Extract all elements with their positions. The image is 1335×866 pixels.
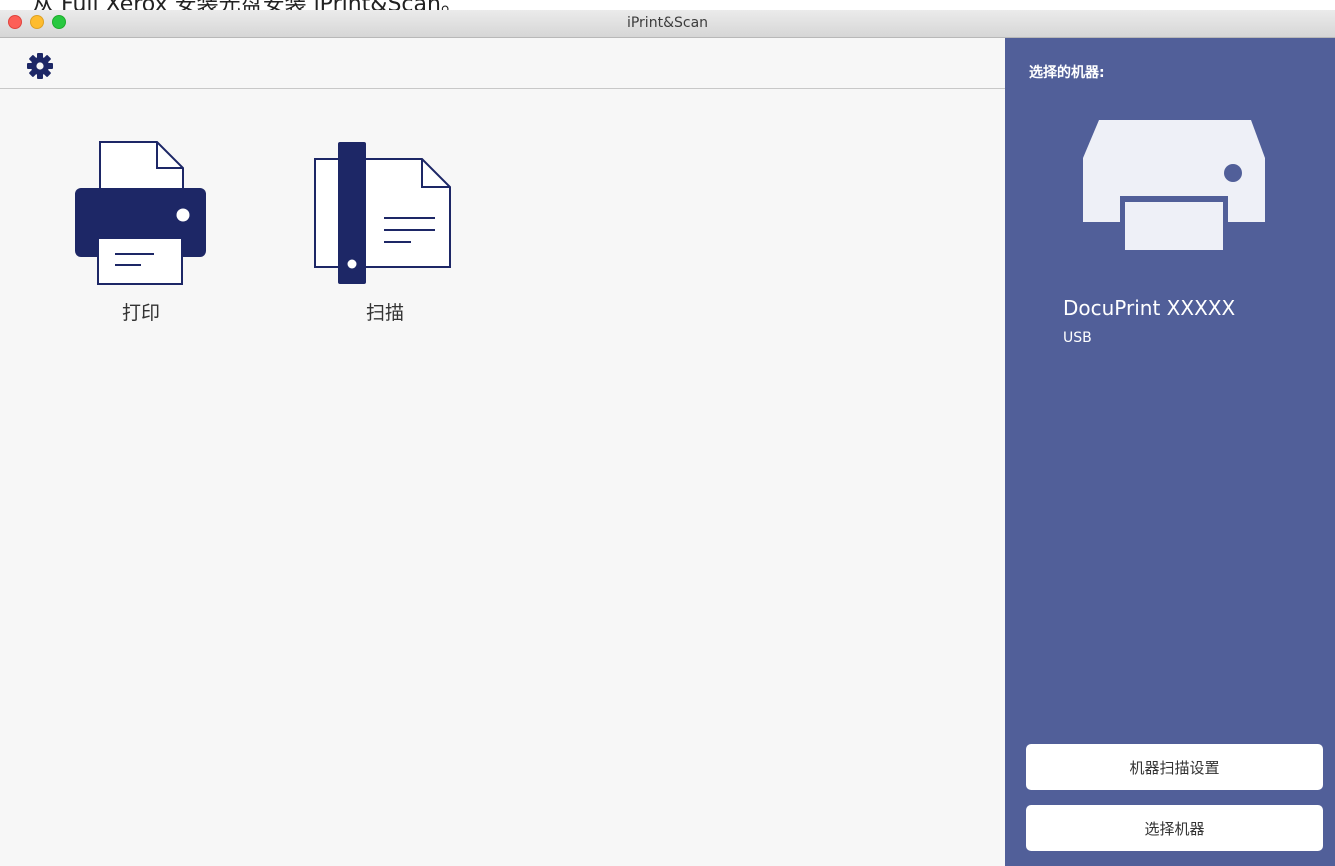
scan-label: 扫描	[365, 302, 404, 324]
device-connection: USB	[1063, 330, 1092, 346]
print-label: 打印	[121, 302, 160, 324]
window-title: iPrint&Scan	[626, 15, 709, 31]
main-panel: 打印 扫描	[0, 38, 1005, 866]
selected-device-heading: 选择的机器:	[1029, 65, 1105, 81]
gear-icon[interactable]	[25, 51, 55, 81]
title-bar[interactable]: iPrint&Scan	[0, 10, 1335, 38]
select-device-button[interactable]: 选择机器	[1026, 805, 1323, 851]
device-sidebar: 选择的机器: DocuPrint XXXXX USB 机器扫描设置 选择机器	[1005, 38, 1335, 866]
toolbar	[0, 38, 1005, 89]
printer-icon	[75, 141, 206, 285]
print-function-button[interactable]: 打印	[56, 130, 226, 340]
caption-text: 从 Fuji Xerox 安装光盘安装 iPrint&Scan。	[32, 0, 463, 10]
app-window: iPrint&Scan 打印 扫描 选择的机器: DocuPrint XXXXX…	[0, 10, 1335, 866]
caption-strip: 从 Fuji Xerox 安装光盘安装 iPrint&Scan。	[0, 0, 1335, 10]
device-scan-settings-button[interactable]: 机器扫描设置	[1026, 744, 1323, 790]
device-printer-icon	[1083, 118, 1267, 260]
device-name: DocuPrint XXXXX	[1063, 296, 1236, 320]
scanner-icon	[314, 142, 451, 284]
scan-function-button[interactable]: 扫描	[300, 130, 470, 340]
